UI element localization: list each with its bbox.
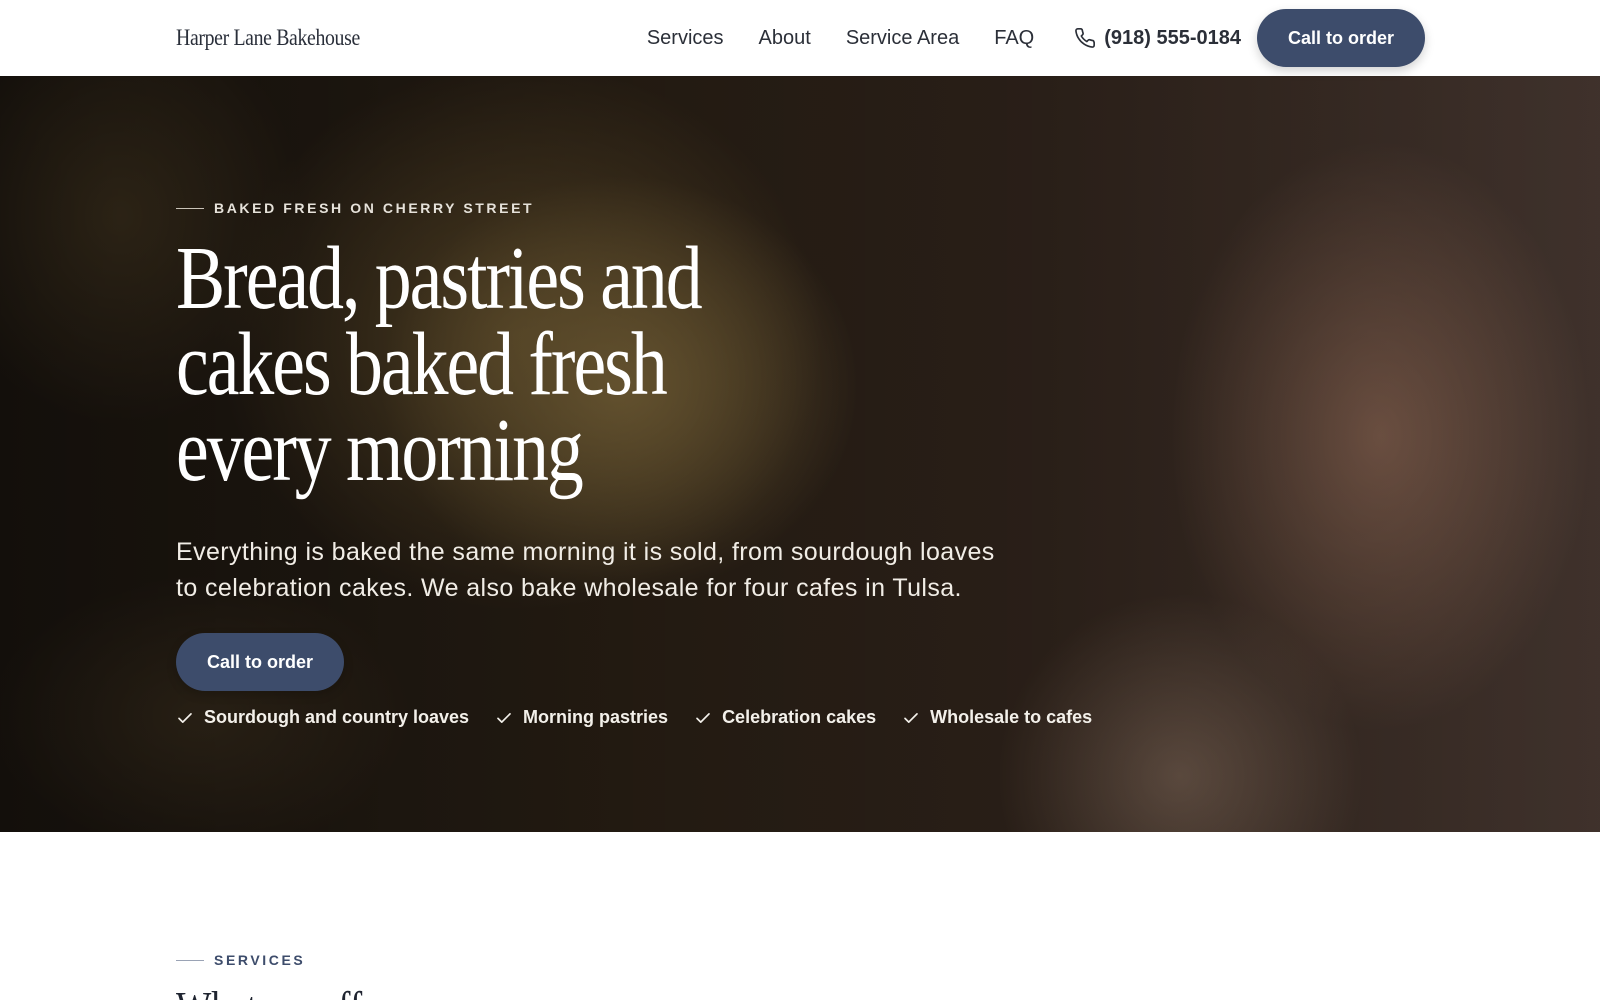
check-icon bbox=[696, 712, 710, 723]
nav-link-service-area[interactable]: Service Area bbox=[846, 27, 959, 50]
feature-label: Sourdough and country loaves bbox=[204, 707, 470, 727]
feature-item: Celebration cakes bbox=[694, 707, 876, 728]
hero-section: BAKED FRESH ON CHERRY STREET Bread, past… bbox=[0, 76, 1600, 832]
feature-label: Wholesale to cafes bbox=[930, 707, 1093, 727]
main-nav: Services About Service Area FAQ (918) 55… bbox=[647, 9, 1425, 67]
hero-call-to-order-button[interactable]: Call to order bbox=[176, 633, 344, 691]
services-eyebrow: SERVICES bbox=[176, 952, 305, 968]
site-header: Harper Lane Bakehouse Services About Ser… bbox=[0, 0, 1600, 76]
nav-link-faq[interactable]: FAQ bbox=[994, 27, 1034, 50]
phone-number: (918) 555-0184 bbox=[1104, 26, 1241, 49]
eyebrow-rule bbox=[176, 959, 204, 961]
phone-link[interactable]: (918) 555-0184 bbox=[1074, 27, 1241, 50]
nav-link-about[interactable]: About bbox=[759, 27, 811, 50]
feature-item: Morning pastries bbox=[495, 707, 668, 728]
check-icon bbox=[178, 712, 192, 723]
nav-link-services[interactable]: Services bbox=[647, 27, 724, 50]
phone-icon bbox=[1075, 28, 1096, 48]
services-heading: What we offer bbox=[176, 982, 391, 1000]
hero-feature-list: Sourdough and country loaves Morning pas… bbox=[176, 707, 1118, 728]
header-call-to-order-button[interactable]: Call to order bbox=[1257, 9, 1425, 67]
eyebrow-rule bbox=[176, 207, 204, 209]
feature-item: Sourdough and country loaves bbox=[176, 707, 469, 728]
hero-eyebrow: BAKED FRESH ON CHERRY STREET bbox=[176, 200, 534, 216]
feature-label: Celebration cakes bbox=[722, 707, 877, 727]
feature-item: Wholesale to cafes bbox=[902, 707, 1092, 728]
feature-label: Morning pastries bbox=[523, 707, 669, 727]
services-section: SERVICES What we offer bbox=[0, 832, 1600, 1000]
hero-headline: Bread, pastries and cakes baked fresh ev… bbox=[176, 229, 703, 500]
services-eyebrow-text: SERVICES bbox=[214, 952, 306, 968]
check-icon bbox=[497, 712, 511, 723]
hero-subtext: Everything is baked the same morning it … bbox=[176, 538, 995, 602]
check-icon bbox=[904, 712, 918, 723]
site-logo[interactable]: Harper Lane Bakehouse bbox=[176, 25, 360, 51]
hero-eyebrow-text: BAKED FRESH ON CHERRY STREET bbox=[214, 200, 535, 216]
